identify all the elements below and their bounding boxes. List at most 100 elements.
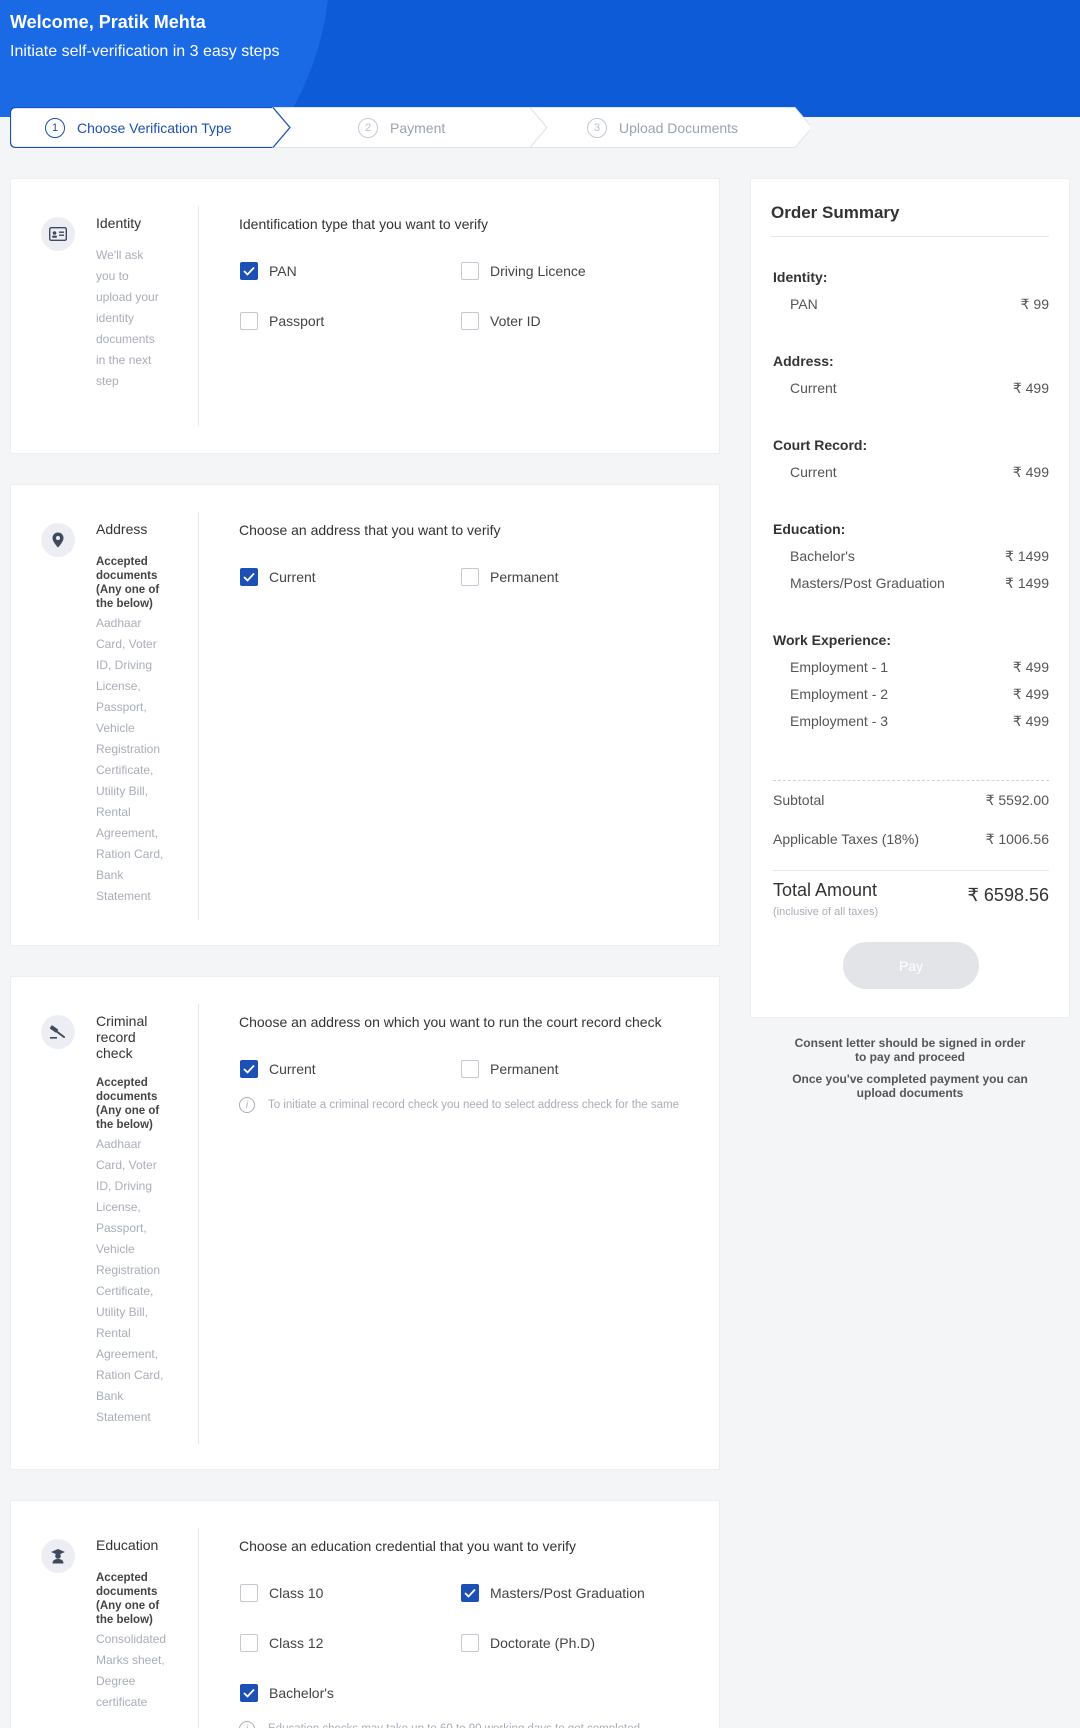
address-title: Address xyxy=(96,521,148,537)
order-summary-title: Order Summary xyxy=(771,203,900,222)
step-number: 1 xyxy=(45,117,65,138)
accepted-documents-label: Accepted documents (Any one of the below… xyxy=(96,1077,160,1131)
divider xyxy=(771,236,1049,237)
summary-heading-work-experience: Work Experience: xyxy=(773,632,892,648)
step-choose-type[interactable]: 1 Choose Verification Type xyxy=(45,107,232,148)
identity-title: Identity xyxy=(96,215,142,231)
graduate-icon xyxy=(41,1539,75,1573)
checkbox-unchecked[interactable] xyxy=(461,1634,479,1652)
option-doctorate[interactable]: Doctorate (Ph.D) xyxy=(461,1634,595,1652)
option-label: Passport xyxy=(269,313,325,329)
checkbox-unchecked[interactable] xyxy=(240,312,258,330)
id-card-icon xyxy=(41,217,75,251)
summary-row: Current ₹ 499 xyxy=(790,380,1049,396)
option-permanent-address[interactable]: Permanent xyxy=(461,568,558,586)
option-passport[interactable]: Passport xyxy=(240,312,324,330)
info-icon: i xyxy=(239,1721,255,1728)
tax-row: Applicable Taxes (18%) ₹ 1006.56 xyxy=(773,831,1049,847)
address-card: Address Accepted documents (Any one of t… xyxy=(10,484,720,946)
option-class-12[interactable]: Class 12 xyxy=(240,1634,323,1652)
checkbox-unchecked[interactable] xyxy=(461,568,479,586)
education-title: Education xyxy=(96,1537,159,1553)
summary-heading-court-record: Court Record: xyxy=(773,437,868,453)
education-question: Choose an education credential that you … xyxy=(239,1538,576,1554)
total-amount-row: Total Amount (inclusive of all taxes) ₹ … xyxy=(773,870,1049,918)
option-current-address[interactable]: Current xyxy=(240,1060,316,1078)
step-payment[interactable]: 2 Payment xyxy=(358,107,445,148)
accepted-documents-list: Aadhaar Card, Voter ID, Driving License,… xyxy=(96,616,164,903)
accepted-documents-list: Consolidated Marks sheet, Degree certifi… xyxy=(96,1632,167,1709)
step-label: Payment xyxy=(390,119,446,136)
education-info-note: i Education checks may take up to 60 to … xyxy=(239,1719,679,1728)
option-label: PAN xyxy=(269,263,297,279)
option-label: Current xyxy=(269,1061,316,1077)
checkbox-unchecked[interactable] xyxy=(240,1634,258,1652)
option-label: Class 12 xyxy=(269,1635,324,1651)
info-text: Education checks may take up to 60 to 90… xyxy=(268,1719,640,1728)
checkbox-unchecked[interactable] xyxy=(461,312,479,330)
identity-question: Identification type that you want to ver… xyxy=(239,216,489,232)
card-divider xyxy=(198,206,199,426)
option-label: Permanent xyxy=(490,569,559,585)
option-permanent-address[interactable]: Permanent xyxy=(461,1060,558,1078)
checkbox-checked[interactable] xyxy=(240,568,258,586)
option-label: Class 10 xyxy=(269,1585,324,1601)
identity-card: Identity We'll ask you to upload your id… xyxy=(10,178,720,454)
step-number: 3 xyxy=(587,117,607,138)
option-class-10[interactable]: Class 10 xyxy=(240,1584,323,1602)
accepted-documents-list: Aadhaar Card, Voter ID, Driving License,… xyxy=(96,1137,164,1424)
checkbox-checked[interactable] xyxy=(240,1684,258,1702)
card-divider xyxy=(198,1004,199,1444)
card-divider xyxy=(198,1528,199,1728)
gavel-icon xyxy=(41,1015,75,1049)
step-upload-documents[interactable]: 3 Upload Documents xyxy=(587,107,738,148)
summary-heading-education: Education: xyxy=(773,521,846,537)
pay-button[interactable]: Pay xyxy=(843,942,979,989)
summary-row: PAN ₹ 99 xyxy=(790,296,1049,312)
address-question: Choose an address that you want to verif… xyxy=(239,522,501,538)
dashed-divider xyxy=(773,780,1049,781)
option-label: Driving Licence xyxy=(490,263,586,279)
card-divider xyxy=(198,512,199,920)
welcome-subtitle: Initiate self-verification in 3 easy ste… xyxy=(10,43,280,60)
option-voter-id[interactable]: Voter ID xyxy=(461,312,541,330)
option-label: Current xyxy=(269,569,316,585)
option-label: Bachelor's xyxy=(269,1685,334,1701)
option-pan[interactable]: PAN xyxy=(240,262,297,280)
option-masters[interactable]: Masters/Post Graduation xyxy=(461,1584,645,1602)
header-banner: Welcome, Pratik Mehta Initiate self-veri… xyxy=(0,0,1080,117)
checkbox-checked[interactable] xyxy=(461,1584,479,1602)
checkbox-unchecked[interactable] xyxy=(240,1584,258,1602)
criminal-record-title: Criminal record check xyxy=(96,1013,148,1061)
upload-note: Once you've completed payment you can up… xyxy=(792,1072,1028,1100)
option-driving-licence[interactable]: Driving Licence xyxy=(461,262,586,280)
info-icon: i xyxy=(239,1097,255,1113)
step-label: Choose Verification Type xyxy=(77,119,232,136)
welcome-title: Welcome, Pratik Mehta xyxy=(10,12,206,32)
order-summary: Order Summary Identity: PAN ₹ 99 Address:… xyxy=(750,178,1070,1018)
summary-heading-identity: Identity: xyxy=(773,269,828,285)
checkbox-checked[interactable] xyxy=(240,1060,258,1078)
location-pin-icon xyxy=(41,523,75,557)
subtotal-row: Subtotal ₹ 5592.00 xyxy=(773,792,1049,808)
summary-row: Bachelor's ₹ 1499 xyxy=(790,548,1049,564)
option-bachelors[interactable]: Bachelor's xyxy=(240,1684,334,1702)
step-label: Upload Documents xyxy=(619,119,739,136)
checkbox-unchecked[interactable] xyxy=(461,262,479,280)
summary-row: Masters/Post Graduation ₹ 1499 xyxy=(790,575,1049,591)
education-card: Education Accepted documents (Any one of… xyxy=(10,1500,720,1728)
option-current-address[interactable]: Current xyxy=(240,568,316,586)
checkbox-unchecked[interactable] xyxy=(461,1060,479,1078)
checkbox-checked[interactable] xyxy=(240,262,258,280)
option-label: Voter ID xyxy=(490,313,541,329)
court-record-question: Choose an address on which you want to r… xyxy=(239,1014,662,1030)
option-label: Doctorate (Ph.D) xyxy=(490,1635,596,1651)
summary-row: Employment - 3 ₹ 499 xyxy=(790,713,1049,729)
step-progress: 1 Choose Verification Type 2 Payment 3 U… xyxy=(10,107,810,148)
accepted-documents-label: Accepted documents (Any one of the below… xyxy=(96,1572,160,1626)
summary-row: Employment - 2 ₹ 499 xyxy=(790,686,1049,702)
summary-heading-address: Address: xyxy=(773,353,834,369)
tax-inclusive-note: (inclusive of all taxes) xyxy=(773,906,879,918)
total-amount-label: Total Amount xyxy=(773,880,878,900)
step-number: 2 xyxy=(358,117,378,138)
